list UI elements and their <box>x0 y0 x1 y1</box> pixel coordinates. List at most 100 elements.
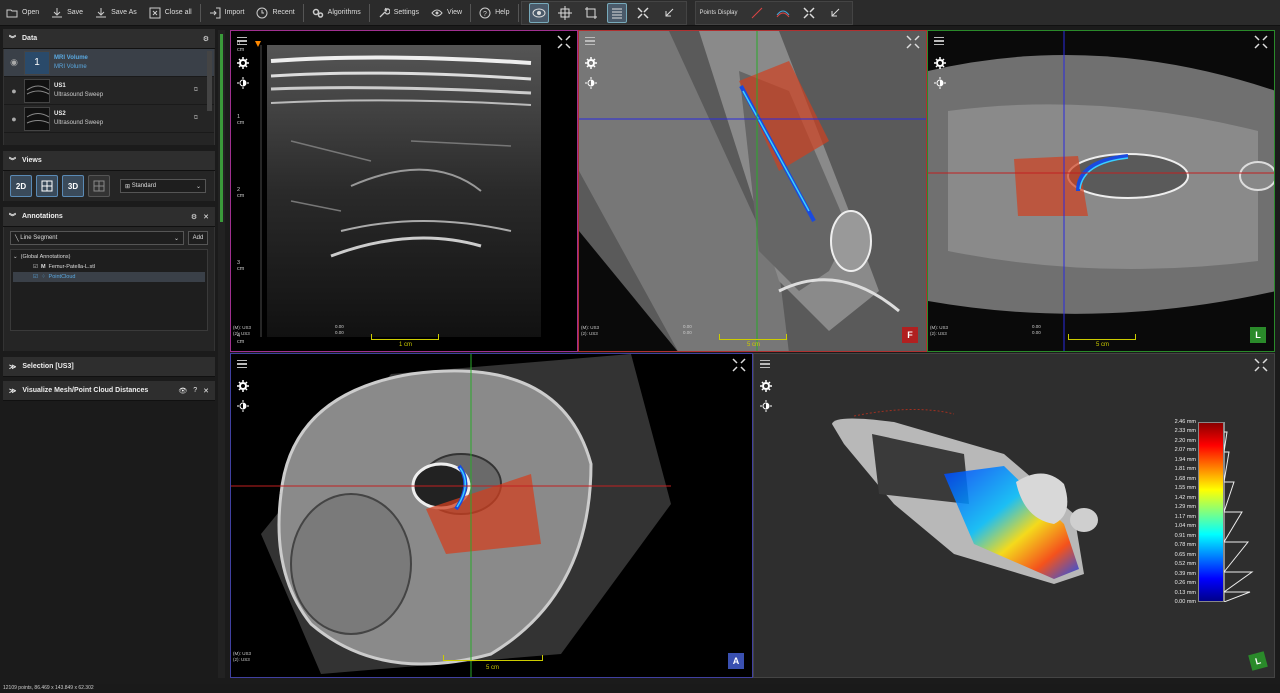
maximize-icon[interactable] <box>906 35 920 49</box>
add-annotation-button[interactable]: Add <box>188 231 208 245</box>
close-icon[interactable]: ✕ <box>203 213 209 221</box>
tree-group[interactable]: ⌄ (Global Annotations) <box>13 252 205 262</box>
toolbar-separator <box>470 3 472 22</box>
layout-select[interactable]: ⊞ Standard ⌄ <box>120 179 206 193</box>
annotation-type-select[interactable]: ╲ Line Segment ⌄ <box>10 231 184 245</box>
gear-icon[interactable] <box>237 380 249 392</box>
viewport-menu-icon[interactable] <box>760 360 770 368</box>
brightness-icon[interactable] <box>585 77 597 89</box>
collapse-arrow-icon <box>665 8 673 16</box>
eye-icon[interactable]: ● <box>4 86 24 96</box>
data-item-subtitle: Ultrasound Sweep <box>54 92 104 98</box>
frontal-viewport[interactable]: (M): US3 (2): US3 0.00 0.00 5 cm F <box>578 30 927 352</box>
data-resize-handle[interactable] <box>3 135 215 145</box>
scale-label: 5 cm <box>486 665 500 671</box>
viewport-menu-icon[interactable] <box>237 360 247 368</box>
close-all-button[interactable]: Close all <box>143 2 198 24</box>
gear-icon[interactable] <box>760 380 772 392</box>
close-icon[interactable]: ✕ <box>203 387 209 395</box>
maximize-icon[interactable] <box>1254 358 1268 372</box>
data-scrollbar[interactable] <box>207 51 212 111</box>
maximize-icon[interactable] <box>732 358 746 372</box>
layout-value: Standard <box>131 183 157 189</box>
help-icon[interactable]: ? <box>193 387 197 395</box>
data-item-us1[interactable]: ● US1 Ultrasound Sweep ⧉ <box>4 77 214 105</box>
tree-item[interactable]: ☑ ⁘ PointCloud <box>13 272 205 282</box>
eye-icon[interactable]: 👁 <box>178 387 187 395</box>
legend-tick-label: 0.26 mm <box>1174 580 1196 587</box>
gear-icon[interactable] <box>237 57 249 69</box>
save-as-label: Save As <box>111 9 137 16</box>
data-item-us2[interactable]: ● US2 Ultrasound Sweep ⧉ <box>4 105 214 133</box>
eye-icon[interactable]: ◉ <box>4 57 24 68</box>
open-button[interactable]: Open <box>0 2 45 24</box>
coord-line: 0.00 <box>1032 330 1041 335</box>
gear-icon[interactable]: ⚙ <box>191 213 197 221</box>
checkbox-checked-icon[interactable]: ☑ <box>33 274 38 280</box>
overlay-view-button[interactable] <box>528 2 549 23</box>
settings-button[interactable]: Settings <box>372 2 425 24</box>
panel-splitter[interactable] <box>218 30 225 678</box>
save-button[interactable]: Save <box>45 2 89 24</box>
view-2d-button[interactable]: 2D <box>10 175 32 197</box>
maximize-button[interactable] <box>633 3 653 23</box>
data-panel-header[interactable]: ︾ Data ⚙ <box>3 29 215 49</box>
legend-tick-label: 0.91 mm <box>1174 532 1196 539</box>
scale-bar <box>1068 334 1136 340</box>
splitter-scroll-thumb[interactable] <box>220 34 223 222</box>
coord-line: 0.00 <box>335 330 344 335</box>
crosshair-button[interactable] <box>555 3 575 23</box>
gear-icon[interactable] <box>585 57 597 69</box>
selection-panel-header[interactable]: ≫ Selection [US3] <box>3 357 215 377</box>
line-icon <box>751 7 762 18</box>
crop-button[interactable] <box>581 3 601 23</box>
view-3d-button[interactable]: 3D <box>62 175 84 197</box>
save-as-button[interactable]: Save As <box>89 2 143 24</box>
algorithms-button[interactable]: Algorithms <box>306 2 367 24</box>
import-button[interactable]: Import <box>203 2 251 24</box>
view-button[interactable]: View <box>425 2 468 24</box>
axial-viewport[interactable]: (M): US3 (2): US3 5 cm A <box>230 353 753 678</box>
help-button[interactable]: ? Help <box>473 2 515 24</box>
thumbnail-badge: 1 <box>34 56 40 68</box>
orientation-badge: L <box>1250 327 1266 343</box>
3d-viewport[interactable]: 2.46 mm 2.33 mm 2.20 mm 2.07 mm 1.94 mm 1.81 … <box>753 353 1275 678</box>
maximize-icon[interactable] <box>557 35 571 49</box>
viewport-menu-icon[interactable] <box>585 37 595 45</box>
tree-group-label: (Global Annotations) <box>20 254 71 260</box>
link-icon[interactable]: ⧉ <box>194 87 198 94</box>
brightness-icon[interactable] <box>237 77 249 89</box>
viewport-menu-icon[interactable] <box>934 37 944 45</box>
us1-thumbnail <box>24 78 50 103</box>
help-label: Help <box>495 9 510 16</box>
data-item-mri-volume[interactable]: ◉ 1 MRI Volume MRI Volume <box>4 49 214 77</box>
views-panel-header[interactable]: ︾ Views <box>3 151 215 171</box>
scale-bar <box>371 334 439 340</box>
viewport-info: (M): US3 (2): US3 <box>930 325 948 337</box>
link-icon[interactable]: ⧉ <box>194 115 198 122</box>
eye-icon[interactable]: ● <box>4 114 24 124</box>
checkbox-checked-icon[interactable]: ☑ <box>33 264 38 270</box>
points-expand-button[interactable] <box>799 3 819 23</box>
view-mpr-button[interactable] <box>36 175 58 197</box>
gear-icon[interactable]: ⚙ <box>203 35 209 43</box>
tree-item[interactable]: ☑ M Femur-Patella-L.stl <box>13 262 205 272</box>
ultrasound-viewport[interactable]: 0 cm 1 cm 2 cm 3 cm 4 cm (M): US3 (2): US… <box>230 30 578 352</box>
gear-icon[interactable] <box>934 57 946 69</box>
points-line-button[interactable] <box>747 3 767 23</box>
brightness-icon[interactable] <box>934 77 946 89</box>
annotations-panel-header[interactable]: ︾ Annotations ⚙ ✕ <box>3 207 215 227</box>
brightness-icon[interactable] <box>760 400 772 412</box>
slices-button[interactable] <box>606 2 627 23</box>
maximize-icon[interactable] <box>1254 35 1268 49</box>
annotations-resize-handle[interactable] <box>3 341 215 351</box>
points-mesh-button[interactable] <box>773 3 793 23</box>
brightness-icon[interactable] <box>237 400 249 412</box>
minimize-button[interactable] <box>659 3 679 23</box>
view-grid-button[interactable] <box>88 175 110 197</box>
data-item-subtitle: MRI Volume <box>54 64 87 70</box>
points-collapse-button[interactable] <box>825 3 845 23</box>
recent-button[interactable]: Recent <box>250 2 300 24</box>
lateral-viewport[interactable]: (M): US3 (2): US3 0.00 0.00 5 cm L <box>927 30 1275 352</box>
distances-panel-header[interactable]: ≫ Visualize Mesh/Point Cloud Distances 👁… <box>3 381 215 401</box>
